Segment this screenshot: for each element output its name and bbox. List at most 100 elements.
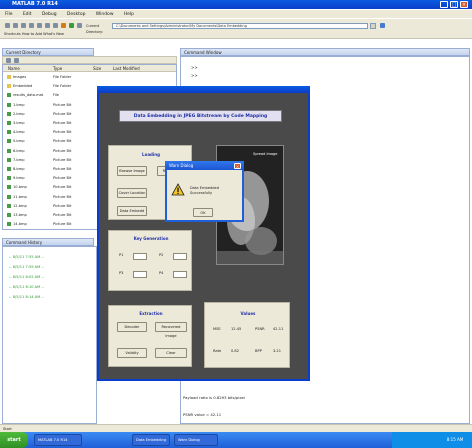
menu-window[interactable]: Window xyxy=(96,12,114,17)
simulink-icon[interactable] xyxy=(61,23,66,28)
paste-icon[interactable] xyxy=(37,23,42,28)
image-caption: Spread Image xyxy=(253,152,278,156)
open-file-icon[interactable] xyxy=(13,23,18,28)
taskbar-item-dialog[interactable]: Warn Dialog xyxy=(174,434,218,446)
file-type: Picture Bit xyxy=(53,185,72,190)
new-file-icon[interactable] xyxy=(5,23,10,28)
history-row[interactable]: -- 8/5/11 7:59 AM -- xyxy=(9,263,89,271)
file-icon xyxy=(7,139,11,144)
dialog-close-button[interactable]: × xyxy=(234,163,241,169)
guide-icon[interactable] xyxy=(69,23,74,28)
file-icon xyxy=(7,203,11,208)
file-browser-toolbar xyxy=(2,56,177,64)
menu-desktop[interactable]: Desktop xyxy=(67,12,86,17)
taskbar-item-gui[interactable]: Data Embedding xyxy=(132,434,170,446)
key-input-p2[interactable] xyxy=(173,253,187,260)
maximize-button[interactable]: □ xyxy=(450,1,458,8)
column-size[interactable]: Size xyxy=(93,66,101,71)
help-icon[interactable] xyxy=(77,23,82,28)
decoder-button[interactable]: Decoder xyxy=(117,322,147,332)
file-row[interactable]: 5.bmp Picture Bit xyxy=(7,138,103,144)
file-row[interactable]: 9.bmp Picture Bit xyxy=(7,175,103,181)
recovered-image-button[interactable]: Recovered image xyxy=(155,322,187,338)
cover-location-button[interactable]: Cover Location xyxy=(117,188,147,198)
file-row[interactable]: 8.bmp Picture Bit xyxy=(7,166,103,172)
file-icon xyxy=(7,213,11,217)
file-row[interactable]: 4.bmp Picture Bit xyxy=(7,129,103,135)
column-modified[interactable]: Last Modified xyxy=(113,66,140,71)
status-bar: Start xyxy=(0,424,472,432)
file-type: Picture Bit xyxy=(53,167,72,171)
menu-file[interactable]: File xyxy=(5,12,13,17)
file-name: 12.bmp xyxy=(13,203,27,208)
file-row[interactable]: 7.bmp Picture Bit xyxy=(7,157,103,163)
file-row[interactable]: 14.bmp Picture Bit xyxy=(7,221,103,227)
file-row[interactable]: 6.bmp Picture Bit xyxy=(7,148,103,154)
redo-icon[interactable] xyxy=(53,23,58,28)
gui-heading: Data Embedding in JPEG Bitstream by Code… xyxy=(119,110,282,122)
history-row[interactable]: -- 8/5/11 7:55 AM -- xyxy=(9,253,89,261)
file-row[interactable]: 11.bmp Picture Bit xyxy=(7,194,103,200)
history-row[interactable]: -- 8/5/11 8:10 AM -- xyxy=(9,283,89,291)
folder-icon xyxy=(7,75,11,79)
file-row[interactable]: 12.bmp Picture Bit xyxy=(7,203,103,209)
clear-button[interactable]: Clear xyxy=(155,348,187,358)
menu-debug[interactable]: Debug xyxy=(42,12,57,17)
file-type: File xyxy=(53,93,60,98)
key-label-p1: P1 xyxy=(119,253,124,257)
file-type: Picture Bit xyxy=(53,130,72,135)
up-folder-icon[interactable] xyxy=(6,58,11,63)
file-type: Picture Bit xyxy=(53,111,72,116)
file-row[interactable]: 1.bmp Picture Bit xyxy=(7,102,103,108)
history-row[interactable]: -- 8/5/11 8:14 AM -- xyxy=(9,293,89,301)
new-folder-icon[interactable] xyxy=(14,58,19,63)
close-button[interactable]: × xyxy=(460,1,468,8)
file-row[interactable]: 13.bmp Picture Bit xyxy=(7,212,103,218)
key-input-p3[interactable] xyxy=(133,271,147,278)
file-icon xyxy=(7,111,11,116)
undo-icon[interactable] xyxy=(45,23,50,28)
current-directory-input[interactable]: C:\Documents and Settings\Administrator\… xyxy=(112,23,368,29)
cut-icon[interactable] xyxy=(21,23,26,28)
file-row[interactable]: 10.bmp Picture Bit xyxy=(7,184,103,190)
file-name: 8.bmp xyxy=(13,167,25,171)
value-psnr: 42.11 xyxy=(273,327,284,331)
file-row[interactable]: 2.bmp Picture Bit xyxy=(7,111,103,117)
start-button[interactable]: start xyxy=(0,432,28,448)
key-input-p4[interactable] xyxy=(173,271,187,278)
browse-folder-icon[interactable] xyxy=(380,23,385,28)
file-icon xyxy=(7,185,11,190)
value-label-bpp: BPP xyxy=(255,349,262,353)
taskbar-item-matlab[interactable]: MATLAB 7.0 R14 xyxy=(34,434,82,446)
history-row[interactable]: -- 8/5/11 8:02 AM -- xyxy=(9,273,89,281)
dialog-message: Data Embedded Successfully xyxy=(190,186,220,195)
value-mse: 12.45 xyxy=(231,327,242,331)
value-label-rate: Rate xyxy=(213,349,222,353)
minimize-button[interactable]: _ xyxy=(440,1,448,8)
file-icon xyxy=(7,157,11,162)
file-row[interactable]: results_data.mat File xyxy=(7,92,103,98)
dialog-ok-button[interactable]: OK xyxy=(193,208,213,217)
key-panel-title: Key Generation xyxy=(133,236,169,241)
menu-bar: File Edit Debug Desktop Window Help xyxy=(0,10,472,18)
title-bar: MATLAB 7.0 R14 xyxy=(0,0,472,9)
menu-help[interactable]: Help xyxy=(124,12,134,17)
file-name: 10.bmp xyxy=(13,185,27,190)
file-type: Picture Bit xyxy=(53,176,72,181)
file-name: 5.bmp xyxy=(13,139,25,144)
shortcuts-bar[interactable]: Shortcuts How to Add What's New xyxy=(4,31,124,37)
menu-edit[interactable]: Edit xyxy=(23,12,32,17)
dropdown-button[interactable] xyxy=(370,23,376,29)
file-row[interactable]: 3.bmp Picture Bit xyxy=(7,120,103,126)
extraction-panel: Extraction Decoder Recovered image Valid… xyxy=(108,305,192,367)
browse-image-button[interactable]: Browse Image xyxy=(117,166,147,176)
column-name[interactable]: Name xyxy=(8,66,20,71)
file-name: 1.bmp xyxy=(13,102,25,107)
column-type[interactable]: Type xyxy=(53,66,62,71)
file-row[interactable]: Embedded File Folder xyxy=(7,83,103,89)
validity-button[interactable]: Validity xyxy=(117,348,147,358)
data-embedd-button[interactable]: Data Embedd xyxy=(117,206,147,216)
key-input-p1[interactable] xyxy=(133,253,147,260)
copy-icon[interactable] xyxy=(29,23,34,28)
file-row[interactable]: Images File Folder xyxy=(7,74,103,80)
